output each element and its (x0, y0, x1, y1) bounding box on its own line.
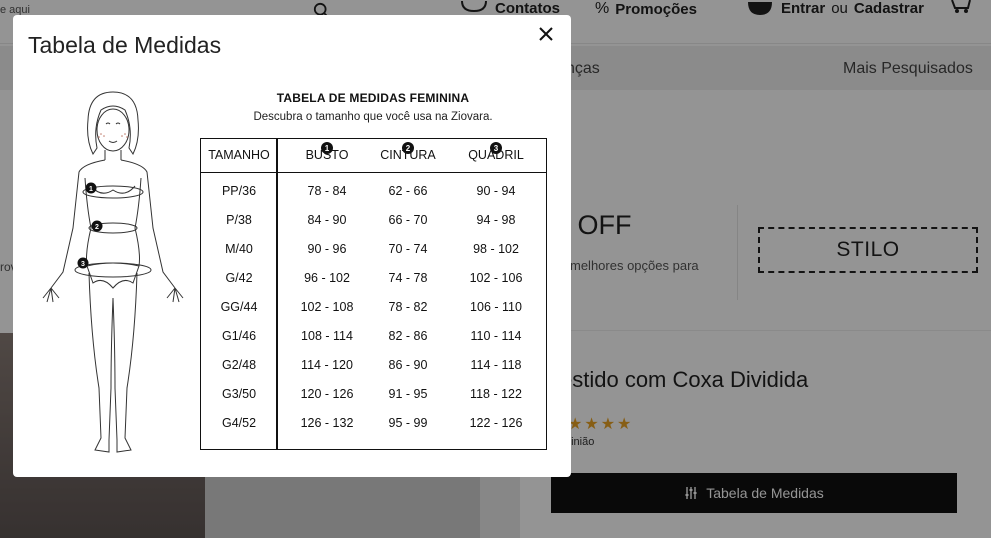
column-header-waist: 2 CINTURA (373, 142, 443, 162)
hip-cell: 114 - 118 (470, 358, 522, 372)
waist-cell: 66 - 70 (388, 213, 428, 227)
waist-cell: 82 - 86 (388, 329, 428, 343)
waist-cell: 86 - 90 (388, 358, 428, 372)
marker-3: 3 (490, 142, 502, 154)
size-cell: P/38 (226, 213, 252, 227)
size-cell: M/40 (225, 242, 253, 256)
table-row: G1/46 108 - 114 82 - 86 110 - 114 (201, 321, 546, 350)
size-table: TAMANHO 1 BUSTO 2 CINTURA 3 QUADRIL PP/3… (200, 138, 547, 450)
table-row: GG/44 102 - 108 78 - 82 106 - 110 (201, 292, 546, 321)
size-cell: G/42 (225, 271, 253, 285)
bust-cell: 108 - 114 (301, 329, 353, 343)
bust-cell: 114 - 120 (301, 358, 353, 372)
hip-cell: 122 - 126 (469, 416, 523, 430)
hip-cell: 102 - 106 (469, 271, 523, 285)
hip-cell: 98 - 102 (473, 242, 519, 256)
hip-cell: 94 - 98 (476, 213, 516, 227)
table-row: G3/50 120 - 126 91 - 95 118 - 122 (201, 379, 546, 408)
hip-cell: 106 - 110 (470, 300, 522, 314)
close-icon[interactable] (535, 23, 557, 45)
hip-cell: 90 - 94 (476, 184, 516, 198)
table-header-row: TAMANHO 1 BUSTO 2 CINTURA 3 QUADRIL (201, 139, 546, 173)
bust-cell: 78 - 84 (307, 184, 347, 198)
waist-cell: 91 - 95 (388, 387, 428, 401)
marker-2: 2 (95, 224, 99, 231)
marker-2: 2 (402, 142, 414, 154)
table-row: G2/48 114 - 120 86 - 90 114 - 118 (201, 350, 546, 379)
hip-cell: 110 - 114 (470, 329, 522, 343)
waist-cell: 74 - 78 (388, 271, 428, 285)
waist-cell: 70 - 74 (388, 242, 428, 256)
bust-cell: 126 - 132 (300, 416, 354, 430)
bust-cell: 120 - 126 (300, 387, 354, 401)
bust-cell: 84 - 90 (307, 213, 347, 227)
size-cell: G2/48 (221, 358, 257, 372)
table-row: PP/36 78 - 84 62 - 66 90 - 94 (201, 176, 546, 205)
modal-title: Tabela de Medidas (28, 32, 222, 58)
size-chart-header: TABELA DE MEDIDAS FEMININA Descubra o ta… (200, 91, 546, 123)
table-body: PP/36 78 - 84 62 - 66 90 - 94 P/38 84 - 90 66 … (201, 176, 546, 437)
body-measurement-figure: 1 2 3 (42, 91, 184, 453)
bust-cell: 96 - 102 (304, 271, 350, 285)
size-cell: PP/36 (221, 184, 257, 198)
table-row: G4/52 126 - 132 95 - 99 122 - 126 (201, 408, 546, 437)
table-row: P/38 84 - 90 66 - 70 94 - 98 (201, 205, 546, 234)
column-header-size: TAMANHO (208, 148, 270, 162)
size-cell: G3/50 (221, 387, 257, 401)
size-chart-title: TABELA DE MEDIDAS FEMININA (276, 91, 470, 105)
hip-cell: 118 - 122 (470, 387, 522, 401)
column-header-bust: 1 BUSTO (297, 142, 357, 162)
table-row: M/40 90 - 96 70 - 74 98 - 102 (201, 234, 546, 263)
bust-cell: 90 - 96 (307, 242, 347, 256)
column-header-hip: 3 QUADRIL (459, 142, 533, 162)
waist-cell: 62 - 66 (388, 184, 428, 198)
table-row: G/42 96 - 102 74 - 78 102 - 106 (201, 263, 546, 292)
size-chart-modal: Tabela de Medidas 1 2 3 TABELA DE MEDIDA… (13, 15, 571, 477)
bust-cell: 102 - 108 (300, 300, 354, 314)
marker-1: 1 (321, 142, 333, 154)
waist-cell: 95 - 99 (388, 416, 428, 430)
size-cell: GG/44 (220, 300, 258, 314)
marker-1: 1 (89, 186, 93, 193)
size-cell: G4/52 (221, 416, 257, 430)
size-chart-subtitle: Descubra o tamanho que você usa na Ziova… (253, 111, 493, 123)
marker-3: 3 (81, 261, 85, 268)
waist-cell: 78 - 82 (388, 300, 428, 314)
size-cell: G1/46 (221, 329, 257, 343)
